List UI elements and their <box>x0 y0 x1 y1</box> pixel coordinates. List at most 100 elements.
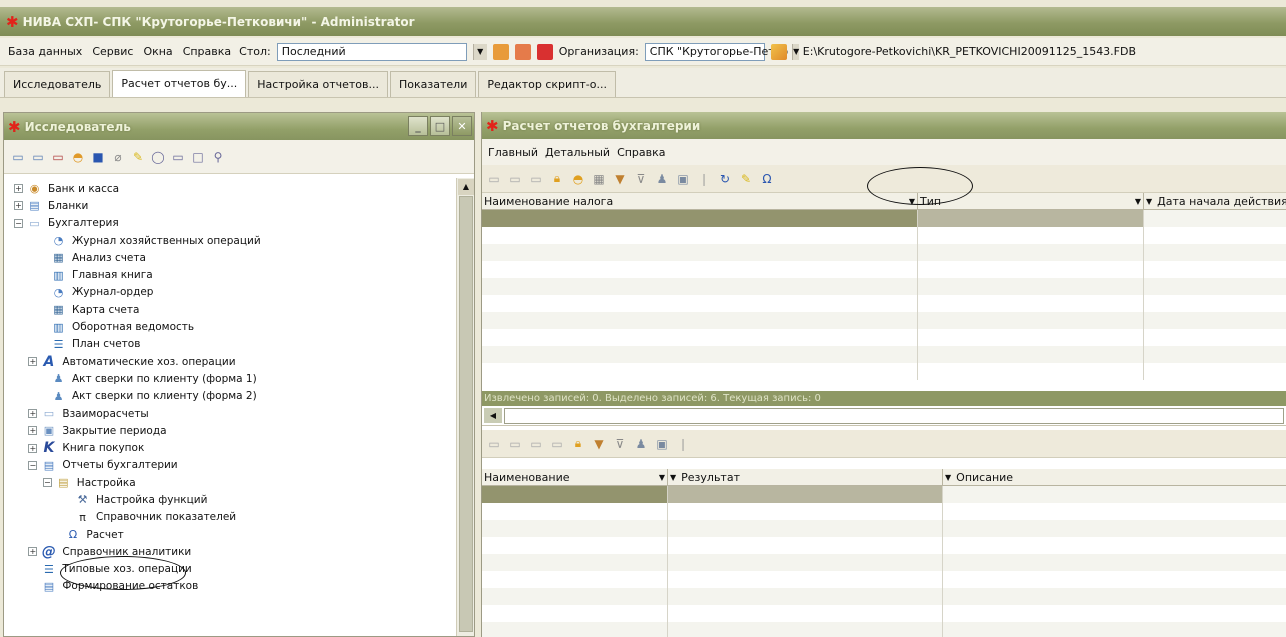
pencil-icon[interactable]: ✎ <box>738 171 754 187</box>
table-row[interactable] <box>482 605 1286 622</box>
column-header-start-date[interactable]: ▼ Дата начала действия <box>1144 193 1286 209</box>
table-cell[interactable] <box>918 244 1144 261</box>
table-cell[interactable] <box>943 520 1286 537</box>
column-header-tax-name[interactable]: Наименование налога ▼ <box>482 193 918 209</box>
filter-icon[interactable]: ▼ <box>591 436 607 452</box>
table-row[interactable] <box>482 261 1286 278</box>
tree-node[interactable]: ◔ Журнал-ордер <box>4 284 456 301</box>
scroll-up-icon[interactable]: ▲ <box>458 179 474 195</box>
table-cell[interactable] <box>918 295 1144 312</box>
table-cell[interactable] <box>918 329 1144 346</box>
tree-node[interactable]: ▦ Карта счета <box>4 301 456 318</box>
table-cell[interactable] <box>1144 295 1286 312</box>
table-cell[interactable] <box>482 244 918 261</box>
table-cell[interactable] <box>482 605 668 622</box>
table-row[interactable] <box>482 363 1286 380</box>
tab-report-calc[interactable]: Расчет отчетов бу... <box>112 70 247 97</box>
table-cell[interactable] <box>918 278 1144 295</box>
table-row[interactable] <box>482 554 1286 571</box>
table-cell[interactable] <box>482 312 918 329</box>
table-cell[interactable] <box>482 537 668 554</box>
open-icon[interactable]: ◓ <box>570 171 586 187</box>
tree-node[interactable]: ▦ Анализ счета <box>4 249 456 266</box>
collapse-icon[interactable]: − <box>42 478 52 488</box>
collapse-icon[interactable]: − <box>28 460 38 470</box>
tree-node[interactable]: + ▣ Закрытие периода <box>4 422 456 439</box>
tree-node[interactable]: − ▤ Отчеты бухгалтерии <box>4 457 456 474</box>
minimize-button[interactable]: _ <box>408 116 428 136</box>
tree-node[interactable]: ▥ Главная книга <box>4 266 456 283</box>
table-cell[interactable] <box>918 261 1144 278</box>
delete-folder-icon[interactable]: ▭ <box>50 149 66 165</box>
export-icon[interactable]: ▣ <box>654 436 670 452</box>
save-desk-icon[interactable] <box>492 43 509 60</box>
tab-report-settings[interactable]: Настройка отчетов... <box>248 71 389 97</box>
menu-database[interactable]: База данных <box>6 45 84 58</box>
attach-icon[interactable]: ⌀ <box>110 149 126 165</box>
table-cell[interactable] <box>943 605 1286 622</box>
table-cell[interactable] <box>668 554 943 571</box>
table-cell[interactable] <box>668 486 943 503</box>
tab-indicators[interactable]: Показатели <box>390 71 477 97</box>
save-icon[interactable]: ■ <box>90 149 106 165</box>
scroll-thumb[interactable] <box>459 196 473 632</box>
tree-node[interactable]: π Справочник показателей <box>4 509 456 526</box>
table-row[interactable] <box>482 588 1286 605</box>
funnel-icon[interactable]: ⊽ <box>633 171 649 187</box>
column-header-name[interactable]: Наименование ▼ <box>482 469 668 485</box>
table-cell[interactable] <box>943 554 1286 571</box>
edit-record-icon[interactable]: ▭ <box>528 171 544 187</box>
tree-node[interactable]: Ω Расчет <box>4 526 456 543</box>
table-row[interactable] <box>482 571 1286 588</box>
menu-detail[interactable]: Детальный <box>545 146 610 159</box>
square-icon[interactable]: □ <box>190 149 206 165</box>
table-cell[interactable] <box>668 571 943 588</box>
new-folder-icon[interactable]: ▭ <box>10 149 26 165</box>
table-row[interactable] <box>482 227 1286 244</box>
sort-dropdown-icon[interactable]: ▼ <box>1135 197 1143 206</box>
desk-dropdown[interactable]: ▼ <box>472 43 487 61</box>
table-cell[interactable] <box>482 622 668 637</box>
table-cell[interactable] <box>482 363 918 380</box>
table-cell[interactable] <box>1144 346 1286 363</box>
desk-select[interactable]: Последний <box>276 42 467 61</box>
table-cell[interactable] <box>668 605 943 622</box>
tree-node[interactable]: ⚒ Настройка функций <box>4 491 456 508</box>
tree-node[interactable]: ◔ Журнал хозяйственных операций <box>4 232 456 249</box>
table-row[interactable] <box>482 244 1286 261</box>
new-record-icon[interactable]: ▭ <box>486 436 502 452</box>
new-record-icon[interactable]: ▭ <box>486 171 502 187</box>
table-cell[interactable] <box>668 503 943 520</box>
table-cell[interactable] <box>482 554 668 571</box>
table-cell[interactable] <box>482 486 668 503</box>
sort-dropdown-icon[interactable]: ▼ <box>1146 197 1154 206</box>
filter-icon[interactable]: ▼ <box>612 171 628 187</box>
tree-node[interactable]: + @ Справочник аналитики <box>4 543 456 560</box>
table-cell[interactable] <box>482 571 668 588</box>
table-row[interactable] <box>482 537 1286 554</box>
table-cell[interactable] <box>918 346 1144 363</box>
table-cell[interactable] <box>943 588 1286 605</box>
table-cell[interactable] <box>1144 278 1286 295</box>
tree-node[interactable]: ♟ Акт сверки по клиенту (форма 1) <box>4 370 456 387</box>
edit-folder-icon[interactable]: ▭ <box>30 149 46 165</box>
copy-record-icon[interactable]: ▭ <box>507 436 523 452</box>
open-icon[interactable]: ◓ <box>70 149 86 165</box>
users-icon[interactable]: ♟ <box>654 171 670 187</box>
column-header-description[interactable]: ▼ Описание <box>943 469 1286 485</box>
table-cell[interactable] <box>482 588 668 605</box>
tab-explorer[interactable]: Исследователь <box>4 71 111 97</box>
table-row[interactable] <box>482 520 1286 537</box>
menu-service[interactable]: Сервис <box>90 45 135 58</box>
export-icon[interactable]: ▣ <box>675 171 691 187</box>
delete-desk-icon[interactable] <box>536 43 553 60</box>
search-icon[interactable]: ⚲ <box>210 149 226 165</box>
tree-node[interactable]: + ◉ Банк и касса <box>4 180 456 197</box>
refresh-icon[interactable]: ↻ <box>717 171 733 187</box>
expand-icon[interactable]: + <box>28 357 38 367</box>
expand-icon[interactable]: + <box>28 547 38 557</box>
table-cell[interactable] <box>1144 261 1286 278</box>
table-row[interactable] <box>482 295 1286 312</box>
table-cell[interactable] <box>482 295 918 312</box>
omega-icon[interactable]: Ω <box>759 171 775 187</box>
